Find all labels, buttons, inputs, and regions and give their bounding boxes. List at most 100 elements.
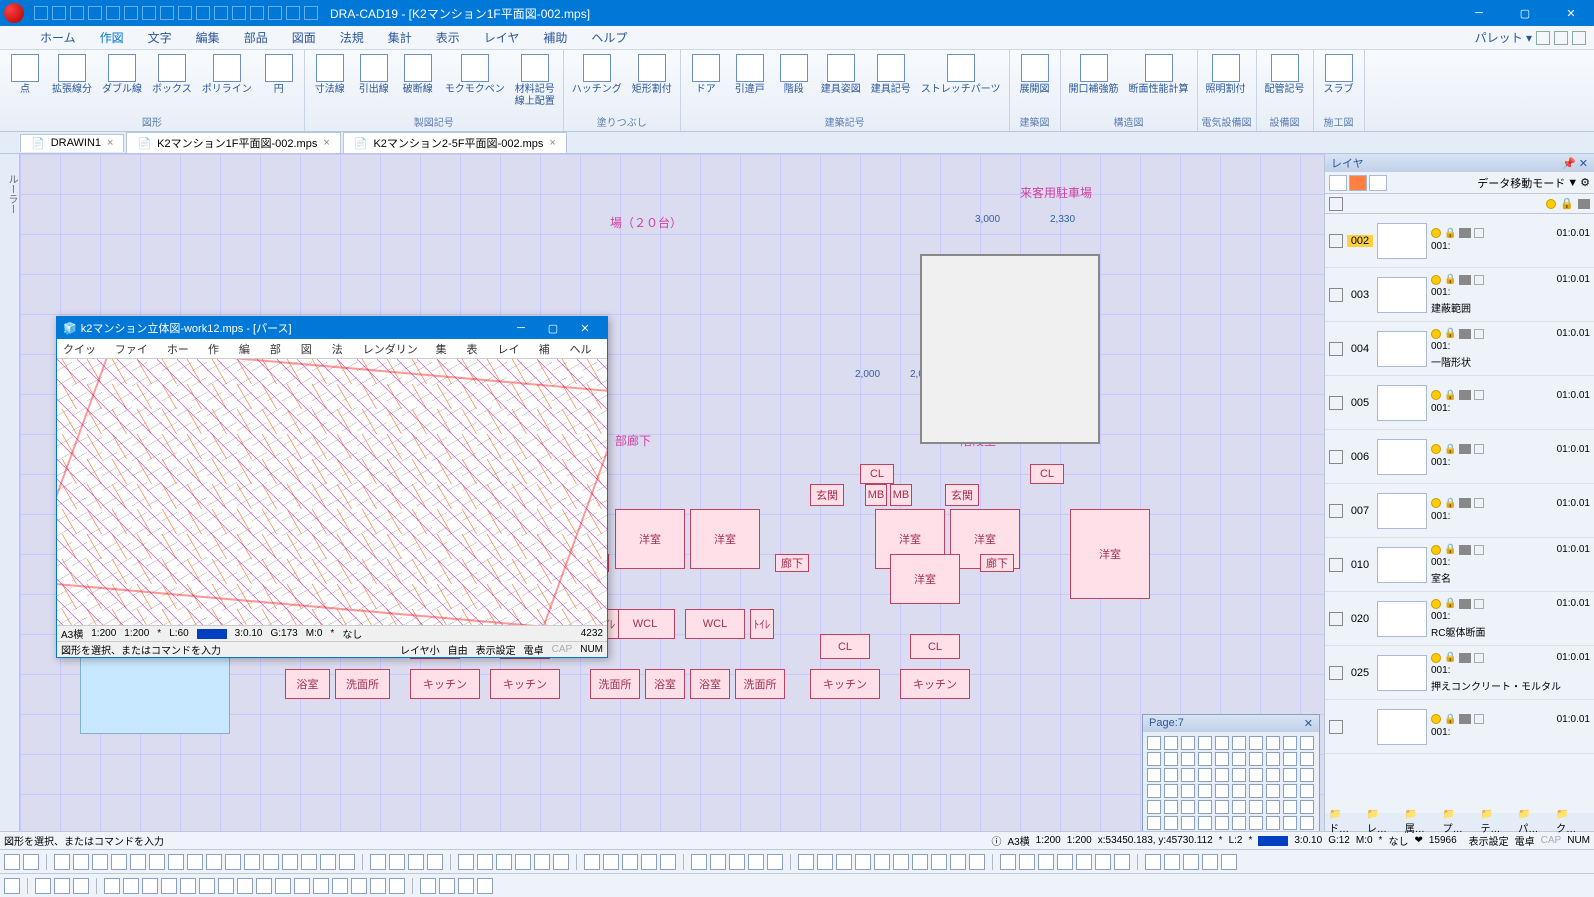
toolbar-icon[interactable] (515, 854, 531, 870)
palette-tool-icon[interactable] (1300, 768, 1314, 782)
palette-tool-icon[interactable] (1300, 800, 1314, 814)
palette-tool-icon[interactable] (1147, 752, 1161, 766)
toolbar-icon[interactable] (4, 878, 20, 894)
box-icon[interactable] (1474, 545, 1484, 555)
toolbar-icon[interactable] (294, 878, 310, 894)
bulb-icon[interactable] (1431, 653, 1441, 663)
toolbar-icon[interactable] (798, 854, 814, 870)
toolbar-icon[interactable] (130, 854, 146, 870)
print-icon[interactable] (1459, 444, 1471, 454)
palette-tool-icon[interactable] (1283, 768, 1297, 782)
ribbon-button[interactable]: 点 (4, 52, 46, 112)
palette-tool-icon[interactable] (1164, 736, 1178, 750)
layer-tool-icon[interactable] (1369, 175, 1387, 191)
toolbar-icon[interactable] (244, 854, 260, 870)
lock-icon[interactable]: 🔒 (1444, 544, 1456, 555)
toolbar-icon[interactable] (553, 854, 569, 870)
maximize-button[interactable]: ▢ (1502, 0, 1548, 26)
toolbar-icon[interactable] (584, 854, 600, 870)
toolbar-icon[interactable] (408, 854, 424, 870)
ribbon-button[interactable]: 照明割付 (1202, 52, 1250, 112)
toolbar-icon[interactable] (458, 878, 474, 894)
ribbon-button[interactable]: 引違戸 (729, 52, 771, 112)
palette-tool-icon[interactable] (1215, 752, 1229, 766)
float-3d-window[interactable]: 🧊 k2マンション立体図-work12.mps - [パース] ─ ▢ ✕ クイ… (56, 316, 608, 658)
right-bottom-tab[interactable]: 📁 ク… (1556, 809, 1590, 835)
palette-tool-icon[interactable] (1283, 784, 1297, 798)
toolbar-icon[interactable] (729, 854, 745, 870)
qat-icon[interactable] (232, 6, 246, 20)
palette-tool-icon[interactable] (1164, 752, 1178, 766)
minimize-button[interactable]: ─ (1456, 0, 1502, 26)
float-menu-item[interactable]: ホーム (167, 341, 198, 356)
ribbon-button[interactable]: ハッチング (568, 52, 626, 112)
palette-tool-icon[interactable] (1147, 800, 1161, 814)
float-titlebar[interactable]: 🧊 k2マンション立体図-work12.mps - [パース] ─ ▢ ✕ (57, 317, 607, 339)
ribbon-button[interactable]: ドア (685, 52, 727, 112)
palette-tool-icon[interactable] (1181, 752, 1195, 766)
qat-icon[interactable] (34, 6, 48, 20)
toolbar-icon[interactable] (458, 854, 474, 870)
palette-tool-icon[interactable] (1300, 752, 1314, 766)
toolbar-icon[interactable] (54, 854, 70, 870)
palette-tool-icon[interactable] (1198, 784, 1212, 798)
palette-tool-icon[interactable] (1249, 784, 1263, 798)
ribbon-button[interactable]: 材料記号 線上配置 (511, 52, 559, 112)
box-icon[interactable] (1474, 444, 1484, 454)
palette-tool-icon[interactable] (1249, 752, 1263, 766)
float-menu-item[interactable]: 編集 (239, 341, 260, 356)
layer-row[interactable]: 006 🔒 01:0.01 001: (1325, 430, 1594, 484)
toolbar-icon[interactable] (225, 854, 241, 870)
layer-row[interactable]: 005 🔒 01:0.01 001: (1325, 376, 1594, 430)
palette-tool-icon[interactable] (1164, 784, 1178, 798)
toolbar-icon[interactable] (142, 878, 158, 894)
print-icon[interactable] (1459, 599, 1471, 609)
toolbar-icon[interactable] (912, 854, 928, 870)
qat-icon[interactable] (160, 6, 174, 20)
palette-tool-icon[interactable] (1215, 784, 1229, 798)
toolbar-icon[interactable] (874, 854, 890, 870)
toolbar-icon[interactable] (1164, 854, 1180, 870)
toolbar-icon[interactable] (641, 854, 657, 870)
toolbar-icon[interactable] (931, 854, 947, 870)
menu-aggregate[interactable]: 集計 (388, 29, 412, 46)
layer-checkbox[interactable] (1329, 720, 1343, 734)
toolbar-icon[interactable] (1000, 854, 1016, 870)
float-menu-item[interactable]: 集計 (436, 341, 457, 356)
layer-row[interactable]: 🔒 01:0.01 001: (1325, 700, 1594, 754)
ribbon-button[interactable]: ボックス (148, 52, 196, 112)
toolbar-icon[interactable] (123, 878, 139, 894)
palette-tool-icon[interactable] (1181, 784, 1195, 798)
palette-tool-icon[interactable] (1300, 736, 1314, 750)
toolbar-icon[interactable] (1019, 854, 1035, 870)
float-menu-item[interactable]: 部品 (270, 341, 291, 356)
ribbon-button[interactable]: 配管記号 (1261, 52, 1309, 112)
status-disp[interactable]: 表示設定 (1469, 833, 1509, 848)
qat-icon[interactable] (214, 6, 228, 20)
palette-tool-icon[interactable] (1164, 768, 1178, 782)
toolbar-icon[interactable] (893, 854, 909, 870)
toolbar-icon[interactable] (339, 854, 355, 870)
bulb-icon[interactable] (1431, 228, 1441, 238)
palette-tool-icon[interactable] (1266, 736, 1280, 750)
ribbon-button[interactable]: 展開図 (1014, 52, 1056, 112)
ribbon-button[interactable]: 建具姿図 (817, 52, 865, 112)
qat-icon[interactable] (124, 6, 138, 20)
palette-tool-icon[interactable] (1181, 736, 1195, 750)
toolbar-icon[interactable] (92, 854, 108, 870)
print-icon[interactable] (1459, 228, 1471, 238)
palette-tool-icon[interactable] (1181, 768, 1195, 782)
toolbar-icon[interactable] (817, 854, 833, 870)
palette-tool-icon[interactable] (1181, 816, 1195, 830)
status-calc[interactable]: 電卓 (1515, 833, 1535, 848)
tab-close-icon[interactable]: × (549, 137, 555, 149)
print-icon[interactable] (1459, 653, 1471, 663)
fw-color-swatch[interactable] (197, 629, 227, 639)
layer-row[interactable]: 007 🔒 01:0.01 001: (1325, 484, 1594, 538)
layer-row[interactable]: 003 🔒 01:0.01 001: 建蔽範囲 (1325, 268, 1594, 322)
box-icon[interactable] (1474, 599, 1484, 609)
toolbar-icon[interactable] (660, 854, 676, 870)
toolbar-icon[interactable] (950, 854, 966, 870)
toolbar-icon[interactable] (149, 854, 165, 870)
qat-icon[interactable] (178, 6, 192, 20)
